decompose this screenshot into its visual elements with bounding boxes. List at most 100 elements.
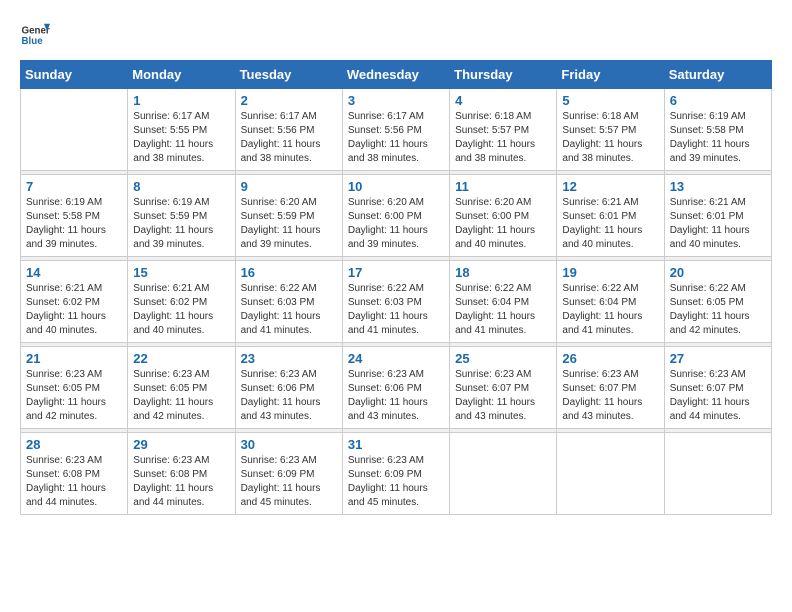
day-number: 28	[26, 437, 122, 452]
week-row-2: 7Sunrise: 6:19 AMSunset: 5:58 PMDaylight…	[21, 175, 772, 257]
day-number: 6	[670, 93, 766, 108]
day-number: 20	[670, 265, 766, 280]
day-info: Sunrise: 6:22 AMSunset: 6:04 PMDaylight:…	[562, 282, 658, 338]
calendar-cell: 12 Sunrise: 6:21 AMSunset: 6:01 PMDayligh…	[557, 175, 664, 257]
page-header: General Blue	[20, 20, 772, 50]
day-info: Sunrise: 6:21 AMSunset: 6:01 PMDaylight:…	[562, 196, 658, 252]
day-info: Sunrise: 6:17 AMSunset: 5:55 PMDaylight:…	[133, 110, 229, 166]
logo: General Blue	[20, 20, 50, 50]
day-info: Sunrise: 6:23 AMSunset: 6:08 PMDaylight:…	[26, 454, 122, 510]
day-number: 25	[455, 351, 551, 366]
day-info: Sunrise: 6:23 AMSunset: 6:09 PMDaylight:…	[241, 454, 337, 510]
day-info: Sunrise: 6:23 AMSunset: 6:07 PMDaylight:…	[562, 368, 658, 424]
day-info: Sunrise: 6:23 AMSunset: 6:08 PMDaylight:…	[133, 454, 229, 510]
calendar-cell	[21, 89, 128, 171]
calendar-cell: 19 Sunrise: 6:22 AMSunset: 6:04 PMDayligh…	[557, 261, 664, 343]
weekday-header-wednesday: Wednesday	[342, 61, 449, 89]
day-info: Sunrise: 6:18 AMSunset: 5:57 PMDaylight:…	[455, 110, 551, 166]
week-row-1: 1 Sunrise: 6:17 AMSunset: 5:55 PMDaylight…	[21, 89, 772, 171]
calendar-cell: 10 Sunrise: 6:20 AMSunset: 6:00 PMDayligh…	[342, 175, 449, 257]
weekday-header-saturday: Saturday	[664, 61, 771, 89]
calendar-cell	[450, 433, 557, 515]
calendar-cell: 14 Sunrise: 6:21 AMSunset: 6:02 PMDayligh…	[21, 261, 128, 343]
day-number: 1	[133, 93, 229, 108]
day-number: 24	[348, 351, 444, 366]
day-number: 8	[133, 179, 229, 194]
day-number: 14	[26, 265, 122, 280]
day-info: Sunrise: 6:21 AMSunset: 6:02 PMDaylight:…	[133, 282, 229, 338]
day-info: Sunrise: 6:21 AMSunset: 6:02 PMDaylight:…	[26, 282, 122, 338]
calendar-cell	[557, 433, 664, 515]
calendar-cell: 23 Sunrise: 6:23 AMSunset: 6:06 PMDayligh…	[235, 347, 342, 429]
calendar-cell: 27 Sunrise: 6:23 AMSunset: 6:07 PMDayligh…	[664, 347, 771, 429]
week-row-3: 14 Sunrise: 6:21 AMSunset: 6:02 PMDayligh…	[21, 261, 772, 343]
calendar-cell: 1 Sunrise: 6:17 AMSunset: 5:55 PMDaylight…	[128, 89, 235, 171]
weekday-header-tuesday: Tuesday	[235, 61, 342, 89]
calendar-cell: 30 Sunrise: 6:23 AMSunset: 6:09 PMDayligh…	[235, 433, 342, 515]
day-number: 27	[670, 351, 766, 366]
day-info: Sunrise: 6:17 AMSunset: 5:56 PMDaylight:…	[241, 110, 337, 166]
day-info: Sunrise: 6:23 AMSunset: 6:07 PMDaylight:…	[670, 368, 766, 424]
calendar-cell: 3Sunrise: 6:17 AMSunset: 5:56 PMDaylight…	[342, 89, 449, 171]
calendar-cell: 29 Sunrise: 6:23 AMSunset: 6:08 PMDayligh…	[128, 433, 235, 515]
day-info: Sunrise: 6:23 AMSunset: 6:06 PMDaylight:…	[348, 368, 444, 424]
weekday-header-row: SundayMondayTuesdayWednesdayThursdayFrid…	[21, 61, 772, 89]
day-info: Sunrise: 6:21 AMSunset: 6:01 PMDaylight:…	[670, 196, 766, 252]
day-number: 10	[348, 179, 444, 194]
calendar-cell: 26Sunrise: 6:23 AMSunset: 6:07 PMDayligh…	[557, 347, 664, 429]
day-number: 12	[562, 179, 658, 194]
weekday-header-sunday: Sunday	[21, 61, 128, 89]
calendar-cell: 7Sunrise: 6:19 AMSunset: 5:58 PMDaylight…	[21, 175, 128, 257]
calendar-cell: 31Sunrise: 6:23 AMSunset: 6:09 PMDayligh…	[342, 433, 449, 515]
calendar-cell: 13 Sunrise: 6:21 AMSunset: 6:01 PMDayligh…	[664, 175, 771, 257]
calendar-cell: 5 Sunrise: 6:18 AMSunset: 5:57 PMDaylight…	[557, 89, 664, 171]
calendar-cell: 21Sunrise: 6:23 AMSunset: 6:05 PMDayligh…	[21, 347, 128, 429]
day-info: Sunrise: 6:23 AMSunset: 6:05 PMDaylight:…	[133, 368, 229, 424]
weekday-header-monday: Monday	[128, 61, 235, 89]
day-number: 13	[670, 179, 766, 194]
day-info: Sunrise: 6:19 AMSunset: 5:58 PMDaylight:…	[670, 110, 766, 166]
week-row-4: 21Sunrise: 6:23 AMSunset: 6:05 PMDayligh…	[21, 347, 772, 429]
calendar-cell	[664, 433, 771, 515]
day-number: 23	[241, 351, 337, 366]
calendar-cell: 11 Sunrise: 6:20 AMSunset: 6:00 PMDayligh…	[450, 175, 557, 257]
day-number: 3	[348, 93, 444, 108]
day-info: Sunrise: 6:22 AMSunset: 6:04 PMDaylight:…	[455, 282, 551, 338]
calendar-cell: 8 Sunrise: 6:19 AMSunset: 5:59 PMDaylight…	[128, 175, 235, 257]
day-info: Sunrise: 6:19 AMSunset: 5:59 PMDaylight:…	[133, 196, 229, 252]
day-number: 16	[241, 265, 337, 280]
calendar-cell: 17Sunrise: 6:22 AMSunset: 6:03 PMDayligh…	[342, 261, 449, 343]
day-info: Sunrise: 6:23 AMSunset: 6:06 PMDaylight:…	[241, 368, 337, 424]
calendar-cell: 20 Sunrise: 6:22 AMSunset: 6:05 PMDayligh…	[664, 261, 771, 343]
day-number: 7	[26, 179, 122, 194]
day-number: 30	[241, 437, 337, 452]
day-info: Sunrise: 6:20 AMSunset: 6:00 PMDaylight:…	[455, 196, 551, 252]
day-number: 11	[455, 179, 551, 194]
calendar-cell: 4 Sunrise: 6:18 AMSunset: 5:57 PMDaylight…	[450, 89, 557, 171]
day-info: Sunrise: 6:22 AMSunset: 6:05 PMDaylight:…	[670, 282, 766, 338]
svg-text:Blue: Blue	[22, 36, 44, 47]
day-number: 4	[455, 93, 551, 108]
calendar-cell: 22 Sunrise: 6:23 AMSunset: 6:05 PMDayligh…	[128, 347, 235, 429]
day-number: 5	[562, 93, 658, 108]
day-info: Sunrise: 6:23 AMSunset: 6:09 PMDaylight:…	[348, 454, 444, 510]
weekday-header-thursday: Thursday	[450, 61, 557, 89]
calendar-cell: 16Sunrise: 6:22 AMSunset: 6:03 PMDayligh…	[235, 261, 342, 343]
weekday-header-friday: Friday	[557, 61, 664, 89]
week-row-5: 28 Sunrise: 6:23 AMSunset: 6:08 PMDayligh…	[21, 433, 772, 515]
calendar-cell: 6 Sunrise: 6:19 AMSunset: 5:58 PMDaylight…	[664, 89, 771, 171]
calendar-cell: 9Sunrise: 6:20 AMSunset: 5:59 PMDaylight…	[235, 175, 342, 257]
calendar-cell: 2Sunrise: 6:17 AMSunset: 5:56 PMDaylight…	[235, 89, 342, 171]
calendar-cell: 24 Sunrise: 6:23 AMSunset: 6:06 PMDayligh…	[342, 347, 449, 429]
day-number: 15	[133, 265, 229, 280]
day-number: 22	[133, 351, 229, 366]
calendar-cell: 28 Sunrise: 6:23 AMSunset: 6:08 PMDayligh…	[21, 433, 128, 515]
calendar-cell: 15 Sunrise: 6:21 AMSunset: 6:02 PMDayligh…	[128, 261, 235, 343]
day-info: Sunrise: 6:22 AMSunset: 6:03 PMDaylight:…	[348, 282, 444, 338]
day-number: 29	[133, 437, 229, 452]
day-number: 9	[241, 179, 337, 194]
day-info: Sunrise: 6:18 AMSunset: 5:57 PMDaylight:…	[562, 110, 658, 166]
day-number: 19	[562, 265, 658, 280]
day-info: Sunrise: 6:20 AMSunset: 6:00 PMDaylight:…	[348, 196, 444, 252]
day-info: Sunrise: 6:23 AMSunset: 6:05 PMDaylight:…	[26, 368, 122, 424]
